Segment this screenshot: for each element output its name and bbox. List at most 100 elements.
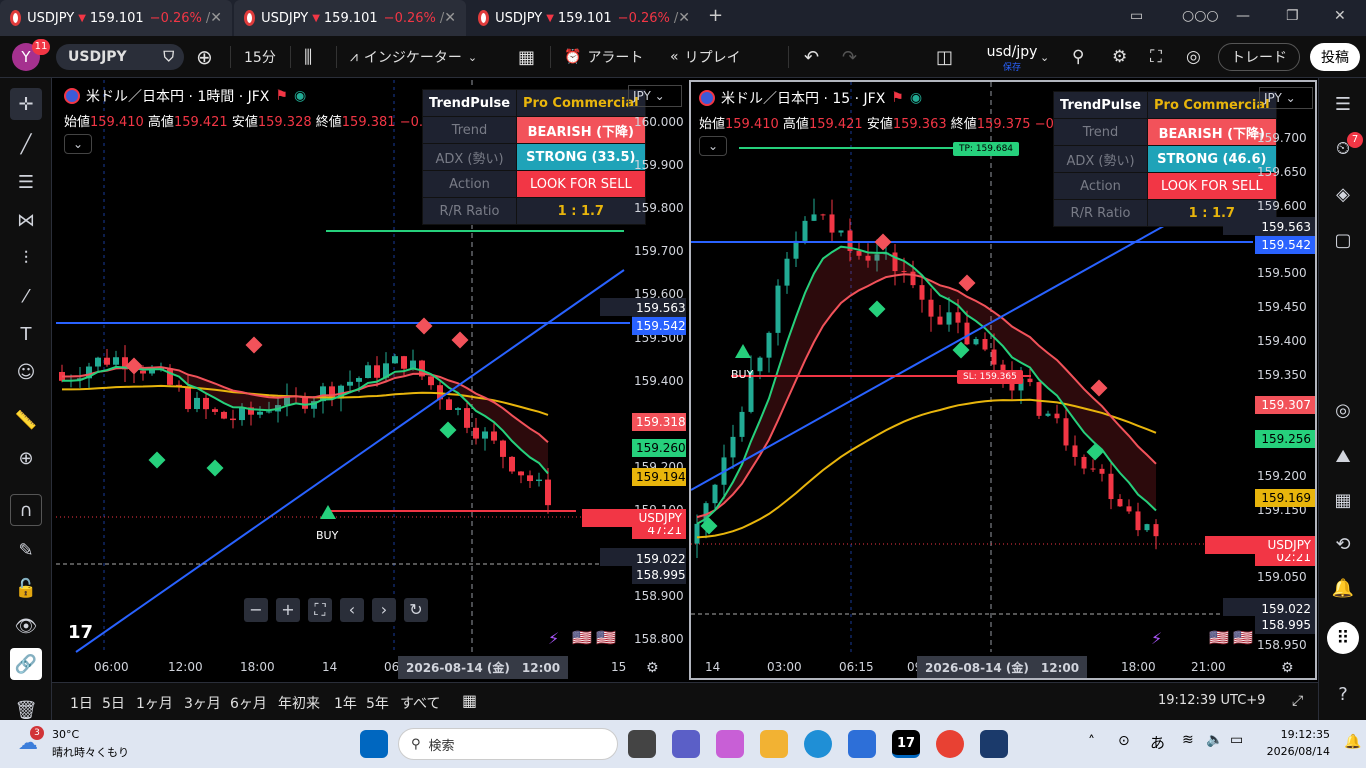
layout-icon[interactable]: ◫ xyxy=(936,44,953,70)
goto-date-icon[interactable]: ▦ xyxy=(462,691,477,710)
chrome-icon[interactable] xyxy=(936,730,964,758)
cast-icon[interactable]: ▭ xyxy=(1130,8,1143,24)
ime-indicator[interactable]: あ xyxy=(1150,732,1165,753)
pattern-icon[interactable]: ⋈ xyxy=(10,204,42,236)
close-window-icon[interactable]: ✕ xyxy=(1334,8,1346,24)
close-tab-icon[interactable]: ✕ xyxy=(678,10,690,26)
candle-type-icon[interactable]: ⫼ xyxy=(304,44,312,70)
magnet-icon[interactable]: ∩ xyxy=(10,494,42,526)
crosshair-icon[interactable]: ✛ xyxy=(10,88,42,120)
edge-icon[interactable] xyxy=(804,730,832,758)
templates-icon[interactable]: ▦ xyxy=(518,44,535,70)
wifi-icon[interactable]: ≋ xyxy=(1182,732,1194,748)
undo-icon[interactable]: ↶ xyxy=(804,44,819,70)
visibility-icon[interactable]: 👁 xyxy=(10,610,42,642)
range-1d[interactable]: 1日 xyxy=(70,693,93,713)
us-flag-icon[interactable]: 🇺🇸 xyxy=(596,628,616,647)
fib-icon[interactable]: ☰ xyxy=(10,166,42,198)
interval-button[interactable]: 15分 xyxy=(244,44,276,70)
range-ytd[interactable]: 年初来 xyxy=(278,693,320,713)
lightning-icon[interactable]: ⚡ xyxy=(1151,629,1162,648)
file-explorer-icon[interactable] xyxy=(760,730,788,758)
trendline-icon[interactable]: ╱ xyxy=(10,128,42,160)
currency-select[interactable]: JPY ⌄ xyxy=(628,85,682,107)
range-3m[interactable]: 3ヶ月 xyxy=(184,693,221,713)
scroll-left-icon[interactable]: ‹ xyxy=(340,598,364,622)
calendar-icon[interactable]: ▦ xyxy=(1327,484,1359,516)
zoom-in-icon[interactable]: + xyxy=(276,598,300,622)
security-icon[interactable]: ⊙ xyxy=(1118,733,1130,749)
us-flag-icon[interactable]: 🇺🇸 xyxy=(1209,628,1229,647)
ideas-icon[interactable]: ⛰ xyxy=(1327,440,1359,472)
close-tab-icon[interactable]: ✕ xyxy=(210,10,222,26)
post-button[interactable]: 投稿 xyxy=(1310,43,1360,71)
notifications-bell-icon[interactable]: 🔔 xyxy=(1327,572,1359,604)
more-icon[interactable]: ○○○ xyxy=(1182,8,1219,24)
news-icon[interactable]: ⟲ xyxy=(1327,528,1359,560)
apps-grid-icon[interactable]: ⠿ xyxy=(1327,622,1359,654)
symbol-search[interactable]: USDJPY ⛉ xyxy=(56,44,184,70)
range-5y[interactable]: 5年 xyxy=(366,693,389,713)
settings-gear-icon[interactable]: ⚙ xyxy=(1112,44,1127,70)
forecast-icon[interactable]: ⫶ xyxy=(10,242,42,274)
trade-button[interactable]: トレード xyxy=(1218,43,1300,71)
lightning-icon[interactable]: ⚡ xyxy=(548,629,559,648)
range-all[interactable]: すべて xyxy=(400,693,440,713)
settings-gear-icon[interactable]: ⚙ xyxy=(646,660,659,676)
chevron-up-icon[interactable]: ˄ xyxy=(1088,734,1095,750)
settings-gear-icon[interactable]: ⚙ xyxy=(1281,660,1294,676)
range-5d[interactable]: 5日 xyxy=(102,693,125,713)
battery-icon[interactable]: ▭ xyxy=(1230,732,1243,748)
zoom-out-icon[interactable]: − xyxy=(244,598,268,622)
layers-icon[interactable]: ◈ xyxy=(1327,178,1359,210)
link-icon[interactable]: 🔗 xyxy=(10,648,42,680)
brush-icon[interactable]: ⁄ xyxy=(10,280,42,312)
collapse-legend-icon[interactable]: ⌄ xyxy=(699,136,727,156)
chevron-down-icon[interactable]: ⌄ xyxy=(1040,44,1049,70)
range-1y[interactable]: 1年 xyxy=(334,693,357,713)
zoom-icon[interactable]: ⊕ xyxy=(10,442,42,474)
camera-icon[interactable]: ◎ xyxy=(1186,44,1201,70)
task-view-icon[interactable] xyxy=(628,730,656,758)
tradingview-app-icon[interactable]: 17 xyxy=(892,730,920,758)
app-icon[interactable] xyxy=(980,730,1008,758)
lock-icon[interactable]: 🔓 xyxy=(10,572,42,604)
taskbar-search[interactable]: ⚲ 検索 xyxy=(398,728,618,760)
reset-icon[interactable]: ↻ xyxy=(404,598,428,622)
maximize-panel-icon[interactable]: ⤢ xyxy=(1292,693,1303,709)
us-flag-icon[interactable]: 🇺🇸 xyxy=(1233,628,1253,647)
chart-pane-15m[interactable]: BUY 米ドル／日本円 · 15 · JFX ⚑ ◉ 始値159.410 高値1… xyxy=(689,80,1317,680)
range-1m[interactable]: 1ヶ月 xyxy=(136,693,173,713)
chart-pane-1h[interactable]: BUY 米ドル／日本円 · 1時間 · JFX ⚑ ◉ 始値159.410 高値… xyxy=(56,80,686,680)
chart-tab-1[interactable]: USDJPY ▼ 159.101 −0.26% / ✕ xyxy=(0,0,232,36)
emoji-icon[interactable]: ☺ xyxy=(10,356,42,388)
currency-select[interactable]: JPY ⌄ xyxy=(1259,87,1313,109)
hotlist-icon[interactable]: ◎ xyxy=(1327,394,1359,426)
restore-icon[interactable]: ❐ xyxy=(1286,8,1299,24)
replay-button[interactable]: « リプレイ xyxy=(670,44,741,70)
help-icon[interactable]: ? xyxy=(1327,678,1359,710)
chart-tab-2[interactable]: USDJPY ▼ 159.101 −0.26% / ✕ xyxy=(234,0,466,36)
scroll-right-icon[interactable]: › xyxy=(372,598,396,622)
windows-start-icon[interactable] xyxy=(360,730,388,758)
ruler-icon[interactable]: 📏 xyxy=(10,404,42,436)
text-icon[interactable]: T xyxy=(10,318,42,350)
close-tab-icon[interactable]: ✕ xyxy=(444,10,456,26)
meet-icon[interactable] xyxy=(672,730,700,758)
redo-icon[interactable]: ↷ xyxy=(842,44,857,70)
fullscreen-icon[interactable]: ⛶ xyxy=(1150,44,1162,70)
store-icon[interactable] xyxy=(848,730,876,758)
fit-icon[interactable]: ⛶ xyxy=(308,598,332,622)
new-tab-icon[interactable]: + xyxy=(708,5,723,26)
chart-tab-3[interactable]: USDJPY ▼ 159.101 −0.26% / ✕ xyxy=(468,0,700,36)
chat-icon[interactable]: ▢ xyxy=(1327,224,1359,256)
copilot-icon[interactable] xyxy=(716,730,744,758)
timezone-clock[interactable]: 19:12:39 UTC+9 xyxy=(1158,693,1265,708)
clock-time[interactable]: 19:12:35 xyxy=(1268,728,1330,741)
watchlist-icon[interactable]: ☰ xyxy=(1327,88,1359,120)
minimize-icon[interactable]: — xyxy=(1236,8,1250,24)
clock-date[interactable]: 2026/08/14 xyxy=(1260,745,1330,758)
indicators-button[interactable]: ⩘ インジケーター ⌄ xyxy=(350,44,477,70)
alert-button[interactable]: ⏰ アラート xyxy=(564,44,643,70)
us-flag-icon[interactable]: 🇺🇸 xyxy=(572,628,592,647)
